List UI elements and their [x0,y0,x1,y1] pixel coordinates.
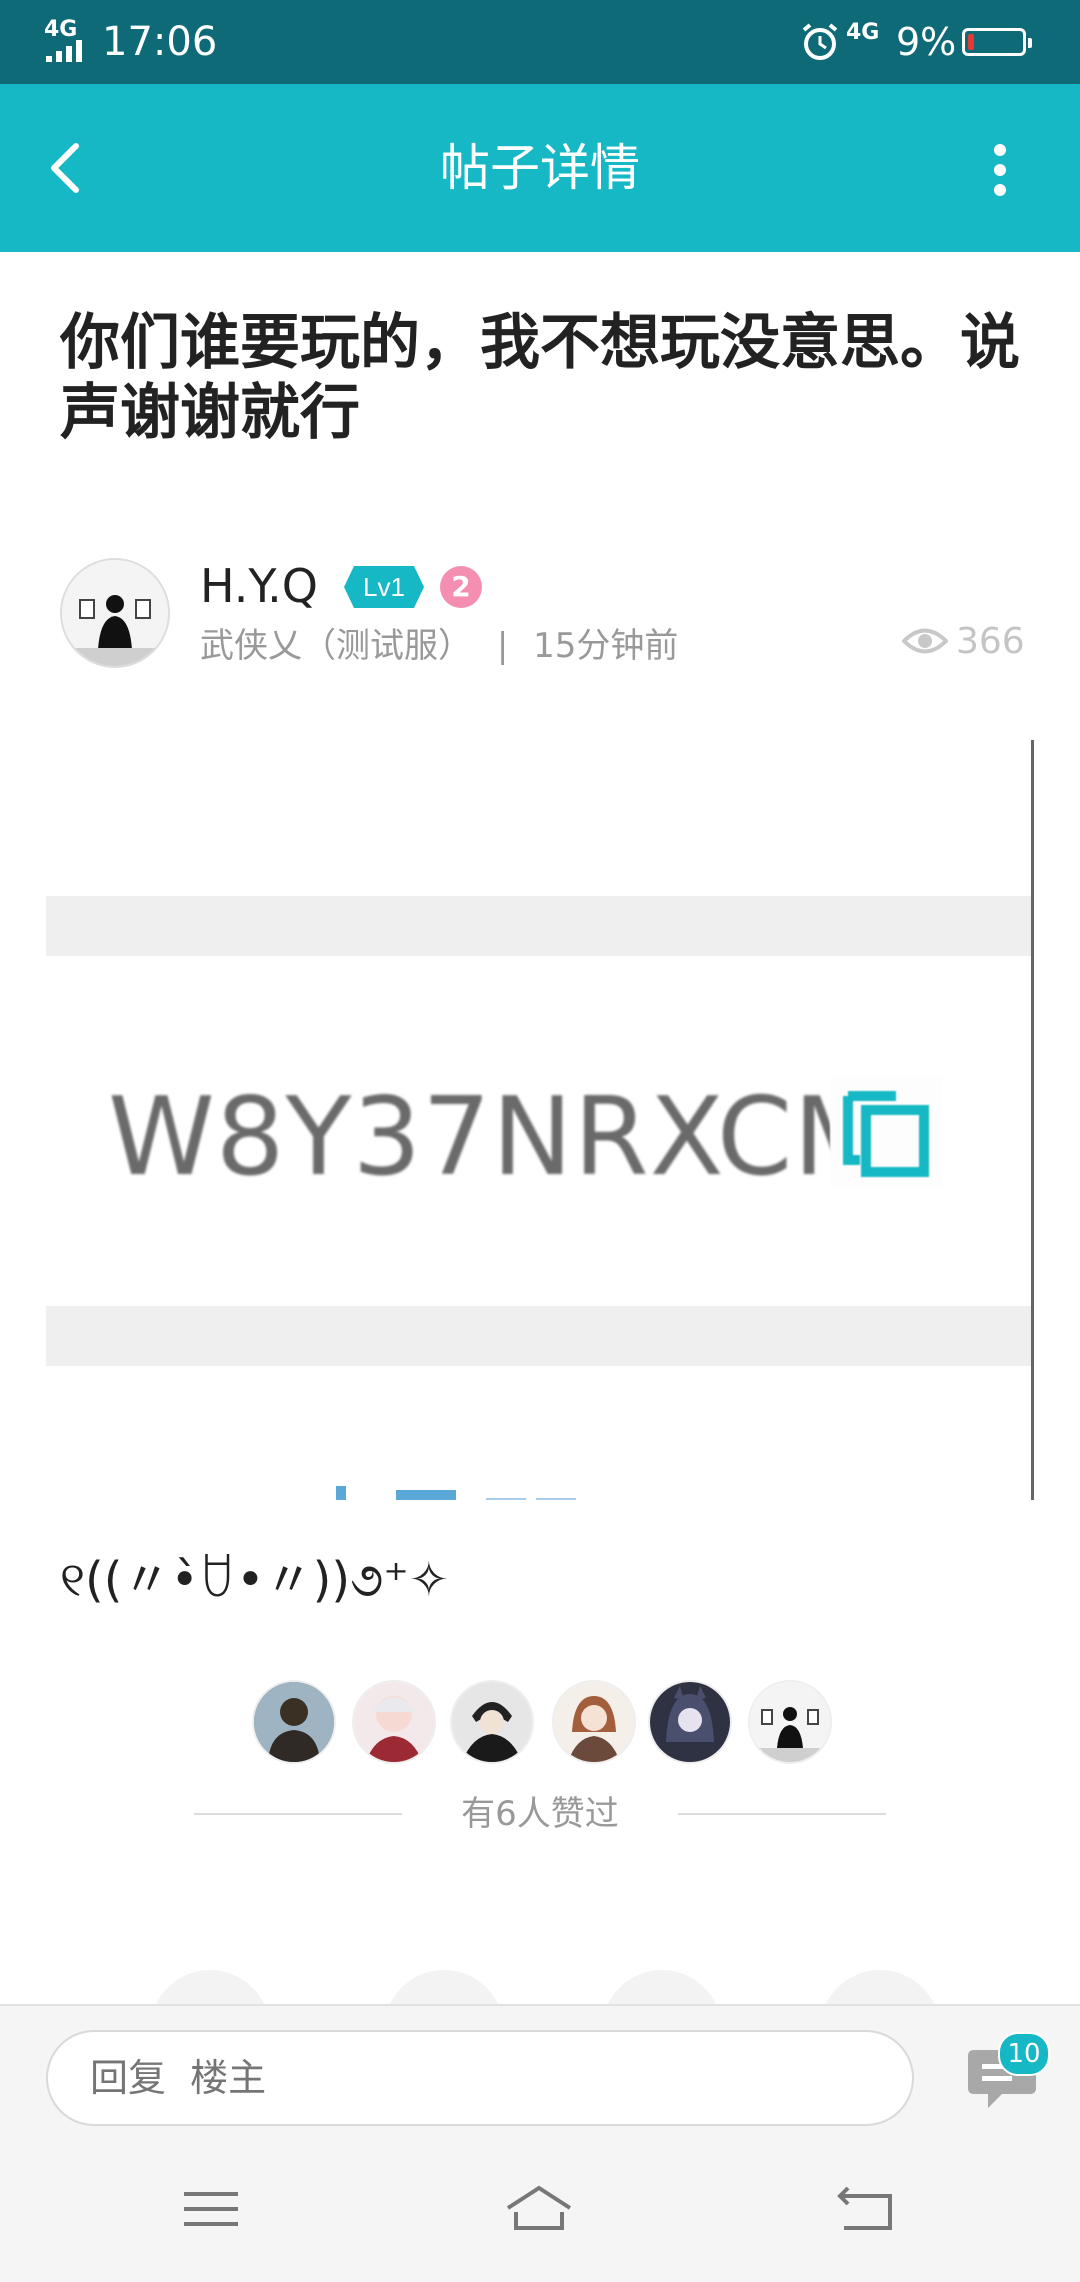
post-meta: 武侠乂（测试服） | 15分钟前 [200,622,678,670]
status-bar: 4G 17:06 4G 9% [0,0,1080,84]
liker-avatar[interactable] [748,1680,832,1764]
invite-code: W8Y37NRXCM [108,1075,888,1200]
liker-avatar[interactable] [252,1680,336,1764]
battery-icon [962,28,1032,56]
liker-avatar[interactable] [352,1680,436,1764]
post-body: ୧((〃•̀ꇴ•〃))૭⁺✧ [60,1552,449,1608]
forum-name[interactable]: 武侠乂（测试服） [200,626,472,666]
level-badge: Lv1 [344,566,424,608]
post-time: 15分钟前 [533,626,679,666]
alarm-icon [802,23,838,60]
home-icon[interactable] [504,2184,574,2234]
reply-input[interactable] [46,2030,914,2126]
view-count-number: 366 [956,621,1025,662]
rank-badge: 2 [440,566,482,608]
image-band-bottom [46,1306,1034,1366]
author-name[interactable]: H.Y.Q [200,556,318,616]
back-icon[interactable] [832,2184,902,2234]
liker-avatar[interactable] [450,1680,534,1764]
clock: 17:06 [102,19,218,65]
signal-icon [46,40,82,62]
network-type-label: 4G [44,17,78,42]
comment-count-badge: 10 [998,2032,1050,2076]
author-avatar[interactable] [60,558,170,668]
meta-separator: | [496,626,509,666]
app-bar: 帖子详情 [0,84,1080,252]
post-image[interactable]: W8Y37NRXCM [46,730,1034,1500]
bottom-bar: 10 [0,2004,1080,2282]
battery-percentage: 9% [896,20,957,64]
image-cutoff-text [336,1486,576,1500]
likes-count-text[interactable]: 有6人赞过 [0,1790,1080,1838]
eye-icon [902,628,948,654]
copy-icon [830,1076,942,1188]
post-title: 你们谁要玩的，我不想玩没意思。说声谢谢就行 [60,308,1020,448]
avatar-image [62,560,168,666]
network-type-label-right: 4G [846,20,880,45]
menu-icon[interactable] [176,2184,246,2234]
liker-avatar[interactable] [648,1680,732,1764]
more-vertical-icon[interactable] [980,140,1020,200]
image-band-top [46,896,1034,956]
likes-divider-right [678,1813,886,1815]
image-scroll-indicator [1031,740,1034,1500]
liker-avatar[interactable] [552,1680,636,1764]
level-label: Lv1 [363,572,405,602]
page-title: 帖子详情 [440,139,640,197]
